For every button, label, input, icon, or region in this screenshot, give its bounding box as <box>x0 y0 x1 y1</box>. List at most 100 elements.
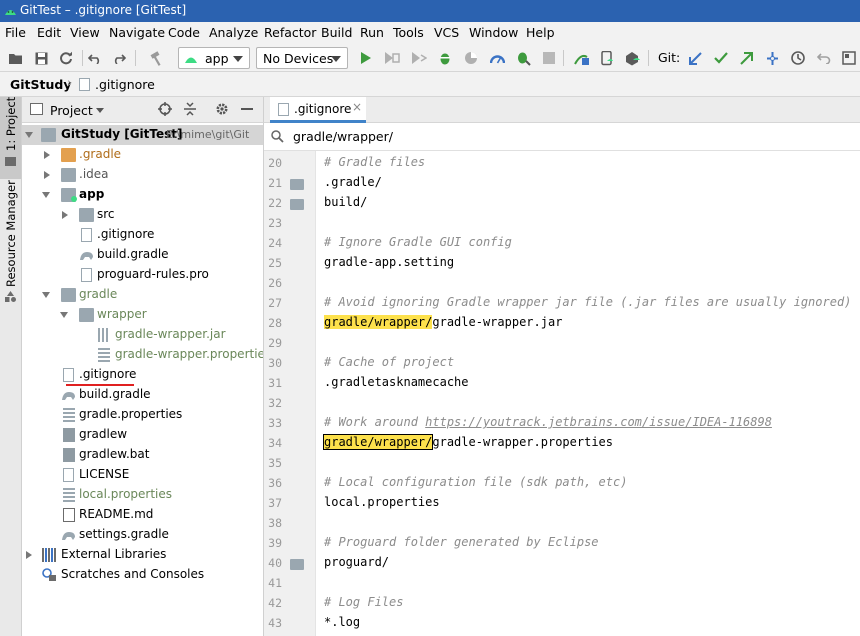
tree-item-readme[interactable]: README.md <box>22 505 263 525</box>
comment-link[interactable]: https://youtrack.jetbrains.com/issue/IDE… <box>425 415 772 429</box>
chevron-right-icon[interactable] <box>44 171 50 179</box>
menu-build[interactable]: Build <box>321 25 352 40</box>
breadcrumb-file[interactable]: .gitignore <box>95 77 155 92</box>
line-number: 25 <box>268 256 282 270</box>
tree-item-src[interactable]: src <box>22 205 263 225</box>
chevron-down-icon[interactable] <box>42 192 50 198</box>
breadcrumb-project[interactable]: GitStudy <box>10 77 72 92</box>
chevron-right-icon[interactable] <box>62 211 68 219</box>
gear-icon[interactable] <box>215 102 229 119</box>
device-select[interactable]: No Devices <box>256 47 348 69</box>
chevron-right-icon[interactable] <box>26 551 32 559</box>
menu-navigate[interactable]: Navigate <box>109 25 165 40</box>
tree-item-gradlew[interactable]: gradlew <box>22 425 263 445</box>
menu-file[interactable]: File <box>5 25 26 40</box>
menu-vcs[interactable]: VCS <box>434 25 459 40</box>
menu-view[interactable]: View <box>70 25 100 40</box>
menu-window[interactable]: Window <box>469 25 518 40</box>
project-view-label[interactable]: Project <box>50 103 93 118</box>
tree-item-app-build-gradle[interactable]: build.gradle <box>22 245 263 265</box>
tree-item-gradle-wrapper-jar[interactable]: gradle-wrapper.jar <box>22 325 263 345</box>
tree-item-idea[interactable]: .idea <box>22 165 263 185</box>
chevron-right-icon[interactable] <box>44 151 50 159</box>
main-toolbar: app No Devices Git: <box>0 44 860 72</box>
tree-item-root-gitignore[interactable]: .gitignore <box>22 365 263 386</box>
git-update-icon[interactable] <box>686 49 704 67</box>
tree-item-gradle-properties[interactable]: gradle.properties <box>22 405 263 425</box>
code-line: local.properties <box>324 495 440 509</box>
apply-code-changes-icon[interactable] <box>410 49 428 67</box>
line-number: 35 <box>268 456 282 470</box>
sync-icon[interactable] <box>57 49 75 67</box>
tree-item-wrapper[interactable]: wrapper <box>22 305 263 325</box>
project-tool-tab[interactable]: 1: Project <box>0 97 21 179</box>
run-icon[interactable] <box>357 49 375 67</box>
tree-item-label: build.gradle <box>79 387 151 401</box>
search-icon <box>271 130 284 146</box>
code-line: .gradle/ <box>324 175 382 189</box>
tree-item-local-properties[interactable]: local.properties <box>22 485 263 505</box>
avd-manager-icon[interactable] <box>598 49 616 67</box>
run-config-select[interactable]: app <box>178 47 250 69</box>
close-icon[interactable]: × <box>352 100 362 114</box>
tree-item-root-build-gradle[interactable]: build.gradle <box>22 385 263 405</box>
undo-icon[interactable] <box>86 49 104 67</box>
title-bar: GitTest – .gitignore [GitTest] <box>0 0 860 22</box>
stop-icon[interactable] <box>540 49 558 67</box>
menu-help[interactable]: Help <box>526 25 555 40</box>
menu-refactor[interactable]: Refactor <box>264 25 316 40</box>
history-icon[interactable] <box>789 49 807 67</box>
profile-icon[interactable] <box>488 49 506 67</box>
code-editor[interactable]: # Gradle files .gradle/ build/ # Ignore … <box>316 151 860 636</box>
tree-item-license[interactable]: LICENSE <box>22 465 263 485</box>
git-merge-icon[interactable] <box>763 49 781 67</box>
properties-file-icon <box>63 488 75 502</box>
menu-edit[interactable]: Edit <box>37 25 61 40</box>
project-structure-icon[interactable] <box>840 49 858 67</box>
locate-icon[interactable] <box>158 102 172 119</box>
line-number: 42 <box>268 596 282 610</box>
open-folder-icon[interactable] <box>6 49 24 67</box>
tree-item-settings-gradle[interactable]: settings.gradle <box>22 525 263 545</box>
tree-item-external-libraries[interactable]: External Libraries <box>22 545 263 565</box>
resource-manager-tab[interactable]: Resource Manager <box>0 180 21 310</box>
tree-item-gradle-wrapper-properties[interactable]: gradle-wrapper.properties <box>22 345 263 365</box>
save-icon[interactable] <box>32 49 50 67</box>
editor-tab-gitignore[interactable]: .gitignore × <box>270 97 366 123</box>
tree-item-gradle-folder[interactable]: gradle <box>22 285 263 305</box>
hammer-icon[interactable] <box>148 49 166 67</box>
gradle-icon <box>61 528 76 542</box>
chevron-down-icon[interactable] <box>60 312 68 318</box>
sdk-manager-icon[interactable] <box>623 49 641 67</box>
line-number: 26 <box>268 276 282 290</box>
debug-icon[interactable] <box>436 49 454 67</box>
tree-item-app[interactable]: app <box>22 185 263 205</box>
tree-item-proguard[interactable]: proguard-rules.pro <box>22 265 263 285</box>
tree-item-label: local.properties <box>79 487 173 501</box>
menu-run[interactable]: Run <box>360 25 384 40</box>
apply-changes-icon[interactable] <box>383 49 401 67</box>
menu-analyze[interactable]: Analyze <box>209 25 258 40</box>
search-input[interactable]: gradle/wrapper/ <box>293 129 393 144</box>
sync-gradle-icon[interactable] <box>572 49 590 67</box>
tree-item-gradlew-bat[interactable]: gradlew.bat <box>22 445 263 465</box>
menu-tools[interactable]: Tools <box>393 25 424 40</box>
tree-item-app-gitignore[interactable]: .gitignore <box>22 225 263 245</box>
tree-root[interactable]: GitStudy [GitTest] E:\mime\git\Git <box>22 125 263 145</box>
attach-debugger-icon[interactable] <box>514 49 532 67</box>
chevron-down-icon[interactable] <box>42 292 50 298</box>
git-push-icon[interactable] <box>737 49 755 67</box>
collapse-all-icon[interactable] <box>183 102 197 119</box>
rollback-icon[interactable] <box>815 49 833 67</box>
redo-icon[interactable] <box>110 49 128 67</box>
tree-item-scratches[interactable]: Scratches and Consoles <box>22 565 263 585</box>
tree-item-gradle-dir[interactable]: .gradle <box>22 145 263 165</box>
git-commit-icon[interactable] <box>712 49 730 67</box>
coverage-icon[interactable] <box>462 49 480 67</box>
chevron-down-icon[interactable] <box>25 132 33 138</box>
line-number: 36 <box>268 476 282 490</box>
minimize-icon[interactable] <box>241 108 253 110</box>
chevron-down-icon[interactable] <box>96 108 104 113</box>
menu-code[interactable]: Code <box>168 25 200 40</box>
gitignore-file-icon <box>79 78 90 91</box>
